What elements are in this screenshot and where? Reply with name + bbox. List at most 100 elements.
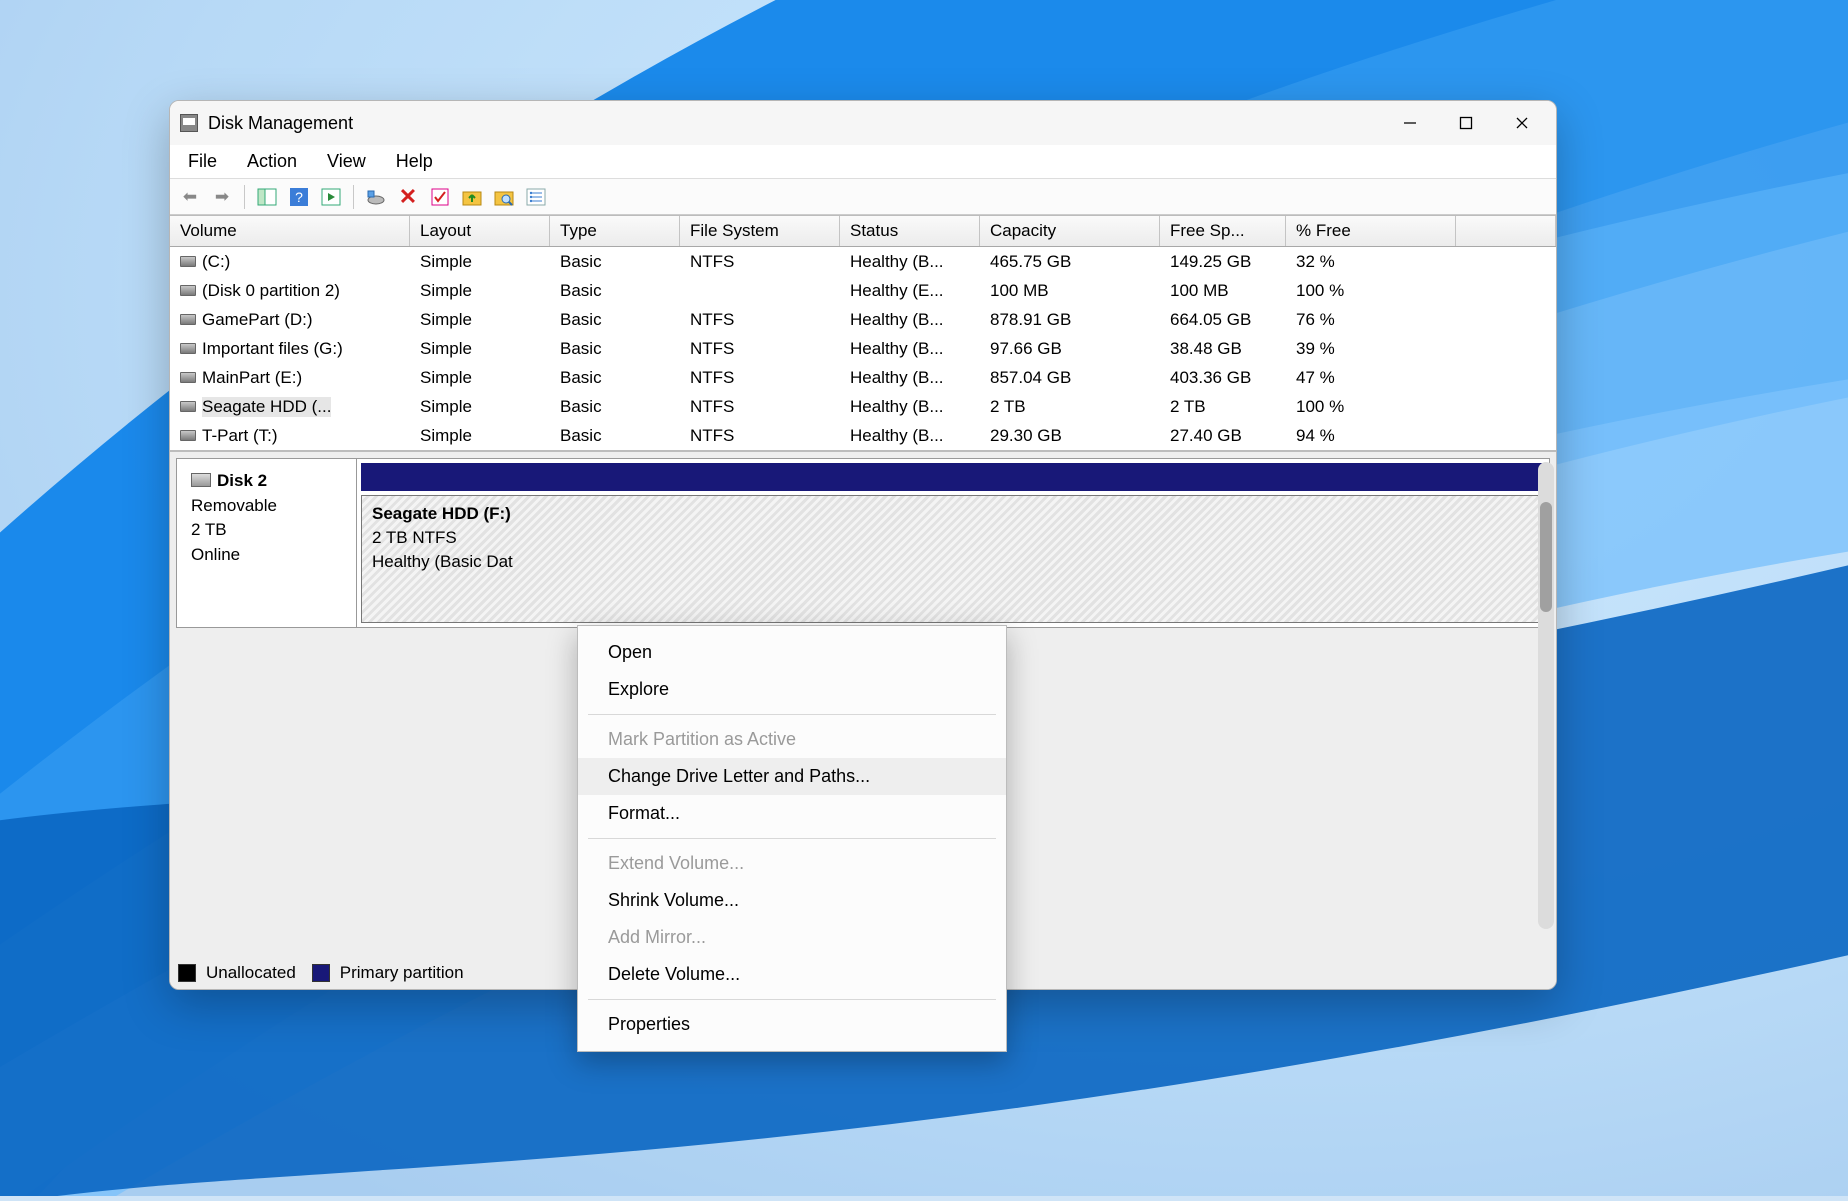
volume-name: Seagate HDD (... [202,397,331,417]
context-menu-item[interactable]: Explore [578,671,1006,708]
graphical-scrollbar[interactable] [1538,462,1554,929]
svg-text:?: ? [295,189,303,205]
check-icon[interactable] [428,185,452,209]
volume-list: (C:)SimpleBasicNTFSHealthy (B...465.75 G… [170,247,1556,450]
drive-icon [180,401,196,412]
volume-row[interactable]: (C:)SimpleBasicNTFSHealthy (B...465.75 G… [170,247,1556,276]
toolbar: ⬅ ➡ ? ✕ [170,179,1556,215]
col-volume[interactable]: Volume [170,216,410,246]
volume-free: 38.48 GB [1160,339,1286,359]
menu-file[interactable]: File [186,149,219,174]
context-menu-item[interactable]: Open [578,634,1006,671]
volume-capacity: 465.75 GB [980,252,1160,272]
window-title: Disk Management [208,113,1382,134]
disk-row[interactable]: Disk 2 Removable 2 TB Online Seagate HDD… [176,458,1550,628]
menu-view[interactable]: View [325,149,368,174]
show-hide-tree-icon[interactable] [255,185,279,209]
action-list-icon[interactable] [319,185,343,209]
legend-swatch-unallocated [178,964,196,982]
volume-free: 27.40 GB [1160,426,1286,446]
volume-status: Healthy (B... [840,368,980,388]
volume-name: (Disk 0 partition 2) [202,281,340,301]
context-menu-item[interactable]: Format... [578,795,1006,832]
volume-layout: Simple [410,252,550,272]
back-icon[interactable]: ⬅ [178,185,202,209]
drive-icon [180,430,196,441]
partition-status: Healthy (Basic Dat [372,550,1534,574]
volume-row[interactable]: Seagate HDD (...SimpleBasicNTFSHealthy (… [170,392,1556,421]
volume-row[interactable]: MainPart (E:)SimpleBasicNTFSHealthy (B..… [170,363,1556,392]
forward-icon[interactable]: ➡ [210,185,234,209]
context-menu: OpenExploreMark Partition as ActiveChang… [577,625,1007,1052]
volume-status: Healthy (B... [840,339,980,359]
folder-up-icon[interactable] [460,185,484,209]
volume-type: Basic [550,397,680,417]
col-filesystem[interactable]: File System [680,216,840,246]
disk-kind: Removable [191,494,342,519]
volume-type: Basic [550,281,680,301]
volume-layout: Simple [410,397,550,417]
context-menu-item[interactable]: Shrink Volume... [578,882,1006,919]
app-icon [180,114,198,132]
drive-icon [180,343,196,354]
disk-icon [191,473,211,487]
volume-capacity: 100 MB [980,281,1160,301]
help-icon[interactable]: ? [287,185,311,209]
volume-type: Basic [550,339,680,359]
disk-state: Online [191,543,342,568]
col-type[interactable]: Type [550,216,680,246]
volume-name: (C:) [202,252,230,272]
volume-row[interactable]: Important files (G:) SimpleBasicNTFSHealt… [170,334,1556,363]
col-capacity[interactable]: Capacity [980,216,1160,246]
menubar: File Action View Help [170,145,1556,179]
volume-row[interactable]: GamePart (D:)SimpleBasicNTFSHealthy (B..… [170,305,1556,334]
volume-pct: 100 % [1286,281,1456,301]
volume-row[interactable]: (Disk 0 partition 2) SimpleBasic Healthy (… [170,276,1556,305]
delete-icon[interactable]: ✕ [396,185,420,209]
context-menu-item[interactable]: Change Drive Letter and Paths... [578,758,1006,795]
close-button[interactable] [1494,101,1550,145]
volume-fs: NTFS [680,339,840,359]
context-menu-separator [588,999,996,1000]
volume-row[interactable]: T-Part (T:)SimpleBasicNTFSHealthy (B...2… [170,421,1556,450]
menu-help[interactable]: Help [394,149,435,174]
disk-label: Disk 2 [217,471,267,490]
minimize-button[interactable] [1382,101,1438,145]
context-menu-item: Add Mirror... [578,919,1006,956]
context-menu-item[interactable]: Properties [578,1006,1006,1043]
folder-search-icon[interactable] [492,185,516,209]
volume-layout: Simple [410,281,550,301]
scrollbar-thumb[interactable] [1540,502,1552,612]
menu-action[interactable]: Action [245,149,299,174]
partition-block[interactable]: Seagate HDD (F:) 2 TB NTFS Healthy (Basi… [361,495,1545,623]
volume-free: 100 MB [1160,281,1286,301]
volume-name: T-Part (T:) [202,426,278,446]
col-status[interactable]: Status [840,216,980,246]
volume-capacity: 857.04 GB [980,368,1160,388]
options-icon[interactable] [524,185,548,209]
volume-fs: NTFS [680,310,840,330]
volume-pct: 94 % [1286,426,1456,446]
volume-capacity: 2 TB [980,397,1160,417]
drive-icon [180,256,196,267]
volume-fs: NTFS [680,368,840,388]
drive-icon [180,314,196,325]
col-freespace[interactable]: Free Sp... [1160,216,1286,246]
volume-pct: 76 % [1286,310,1456,330]
partition-header-bar [361,463,1545,491]
col-layout[interactable]: Layout [410,216,550,246]
volume-status: Healthy (B... [840,252,980,272]
volume-name: Important files (G:) [202,339,343,359]
volume-free: 2 TB [1160,397,1286,417]
col-pctfree[interactable]: % Free [1286,216,1456,246]
maximize-button[interactable] [1438,101,1494,145]
context-menu-separator [588,714,996,715]
context-menu-item[interactable]: Delete Volume... [578,956,1006,993]
rescan-icon[interactable] [364,185,388,209]
volume-type: Basic [550,310,680,330]
volume-status: Healthy (E... [840,281,980,301]
volume-layout: Simple [410,339,550,359]
volume-fs: NTFS [680,426,840,446]
legend-primary: Primary partition [340,963,464,983]
volume-fs: NTFS [680,252,840,272]
